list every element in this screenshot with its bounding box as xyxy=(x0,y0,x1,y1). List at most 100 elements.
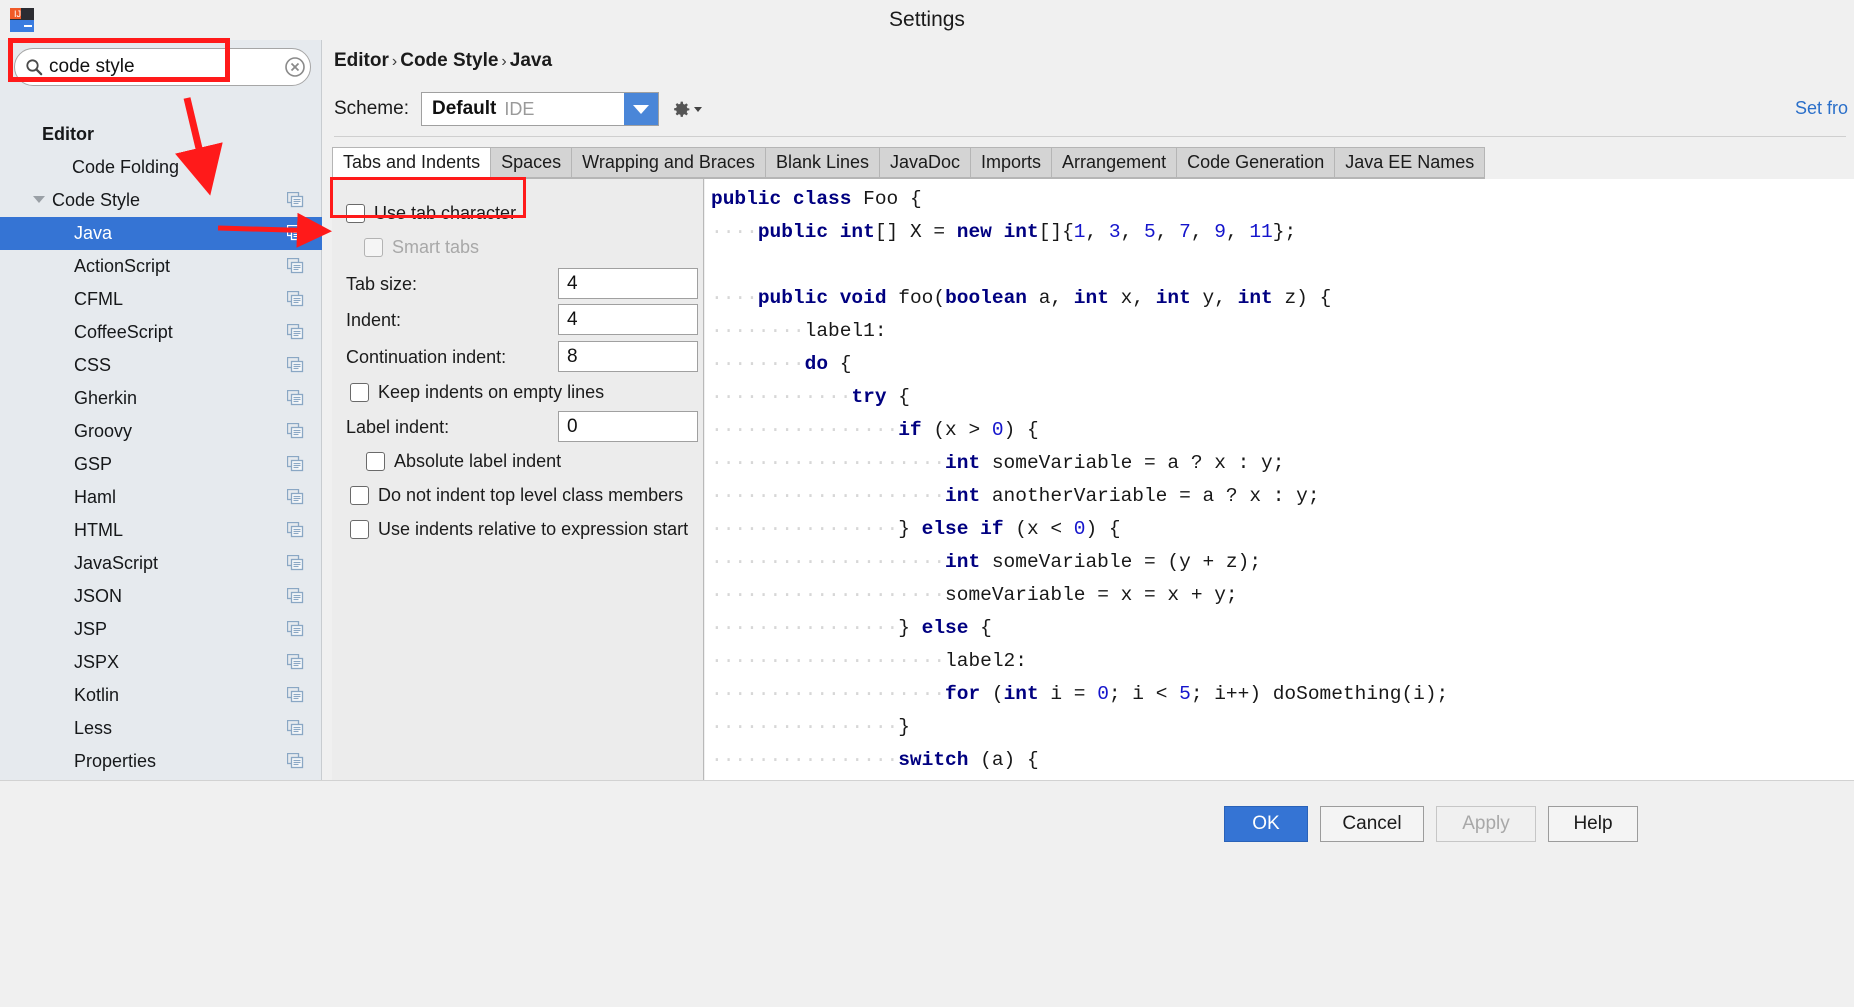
copy-scheme-icon[interactable] xyxy=(286,752,304,769)
cancel-button[interactable]: Cancel xyxy=(1320,806,1424,842)
sidebar-item-css[interactable]: CSS xyxy=(0,349,322,382)
sidebar-item-label: CoffeeScript xyxy=(74,322,173,342)
tab-strip: Tabs and Indents Spaces Wrapping and Brace… xyxy=(332,147,1486,179)
copy-scheme-icon[interactable] xyxy=(286,191,304,208)
copy-scheme-icon[interactable] xyxy=(286,257,304,274)
tab-imports[interactable]: Imports xyxy=(971,147,1053,178)
copy-scheme-icon[interactable] xyxy=(286,620,304,637)
copy-scheme-icon[interactable] xyxy=(286,455,304,472)
no-indent-top-level-row[interactable]: Do not indent top level class members xyxy=(350,485,683,506)
copy-scheme-icon[interactable] xyxy=(286,653,304,670)
sidebar-item-haml[interactable]: Haml xyxy=(0,481,322,514)
copy-scheme-icon[interactable] xyxy=(286,224,304,241)
sidebar-item-editor[interactable]: Editor xyxy=(0,118,322,151)
smart-tabs-checkbox xyxy=(364,238,383,257)
tab-label: Blank Lines xyxy=(775,152,869,172)
tab-code-generation[interactable]: Code Generation xyxy=(1177,147,1336,178)
code-line: ················} else { xyxy=(711,617,992,639)
search-input[interactable] xyxy=(49,56,269,78)
code-line: ····················int someVariable = (… xyxy=(711,551,1262,573)
breadcrumb: Editor › Code Style › Java xyxy=(334,50,552,72)
tab-blank-lines[interactable]: Blank Lines xyxy=(765,147,880,178)
help-button[interactable]: Help xyxy=(1548,806,1638,842)
sidebar-item-code-style[interactable]: Code Style xyxy=(0,184,322,217)
copy-scheme-icon[interactable] xyxy=(286,389,304,406)
copy-scheme-icon[interactable] xyxy=(286,488,304,505)
code-line: ····················for (int i = 0; i < … xyxy=(711,683,1449,705)
set-from-link[interactable]: Set fro xyxy=(1795,98,1848,119)
continuation-indent-input[interactable] xyxy=(558,341,698,372)
copy-scheme-icon[interactable] xyxy=(286,521,304,538)
sidebar-item-label: JavaScript xyxy=(74,553,159,573)
tab-arrangement[interactable]: Arrangement xyxy=(1052,147,1178,178)
copy-scheme-icon[interactable] xyxy=(286,323,304,340)
scheme-combo[interactable]: Default IDE xyxy=(420,92,659,126)
search-container xyxy=(14,48,311,86)
code-preview[interactable]: public class Foo {····public int[] X = n… xyxy=(705,179,1854,780)
intellij-idea-logo-icon: IJ xyxy=(9,7,35,33)
indent-input[interactable] xyxy=(558,304,698,335)
tab-size-input[interactable] xyxy=(558,268,698,299)
keep-indents-row[interactable]: Keep indents on empty lines xyxy=(350,382,604,403)
absolute-label-indent-row[interactable]: Absolute label indent xyxy=(366,451,561,472)
sidebar-item-gsp[interactable]: GSP xyxy=(0,448,322,481)
code-line: ····················label2: xyxy=(711,650,1027,672)
copy-scheme-icon[interactable] xyxy=(286,290,304,307)
copy-scheme-icon[interactable] xyxy=(286,719,304,736)
tab-tabs-and-indents[interactable]: Tabs and Indents xyxy=(332,147,492,178)
copy-scheme-icon[interactable] xyxy=(286,422,304,439)
indents-relative-checkbox[interactable] xyxy=(350,520,369,539)
tab-javadoc[interactable]: JavaDoc xyxy=(880,147,972,178)
sidebar-item-label: Code Folding xyxy=(72,157,180,177)
use-tab-character-row[interactable]: Use tab character xyxy=(346,203,516,224)
apply-button[interactable]: Apply xyxy=(1436,806,1536,842)
sidebar-item-gherkin[interactable]: Gherkin xyxy=(0,382,322,415)
keep-indents-checkbox[interactable] xyxy=(350,383,369,402)
sidebar-item-groovy[interactable]: Groovy xyxy=(0,415,322,448)
tab-label: Spaces xyxy=(501,152,562,172)
copy-scheme-icon[interactable] xyxy=(286,554,304,571)
indents-relative-row[interactable]: Use indents relative to expression start xyxy=(350,519,688,540)
chevron-down-icon[interactable] xyxy=(33,196,45,203)
tab-spaces[interactable]: Spaces xyxy=(491,147,573,178)
breadcrumb-separator: › xyxy=(391,53,398,70)
sidebar-item-code-folding[interactable]: Code Folding xyxy=(0,151,322,184)
sidebar-item-cfml[interactable]: CFML xyxy=(0,283,322,316)
sidebar-item-kotlin[interactable]: Kotlin xyxy=(0,679,322,712)
sidebar-item-jsp[interactable]: JSP xyxy=(0,613,322,646)
copy-scheme-icon[interactable] xyxy=(286,356,304,373)
continuation-indent-label: Continuation indent: xyxy=(346,347,507,367)
window-title: Settings xyxy=(889,8,965,31)
smart-tabs-row: Smart tabs xyxy=(364,237,479,258)
absolute-label-indent-checkbox[interactable] xyxy=(366,452,385,471)
tab-java-ee-names[interactable]: Java EE Names xyxy=(1335,147,1486,178)
dialog-footer: OK Cancel Apply Help xyxy=(0,780,1854,1007)
copy-scheme-icon[interactable] xyxy=(286,686,304,703)
no-indent-top-level-checkbox[interactable] xyxy=(350,486,369,505)
scheme-settings-button[interactable] xyxy=(671,99,702,120)
chevron-down-icon[interactable] xyxy=(623,93,658,125)
copy-scheme-icon[interactable] xyxy=(286,587,304,604)
code-line: ········do { xyxy=(711,353,852,375)
use-tab-character-checkbox[interactable] xyxy=(346,204,365,223)
ok-button[interactable]: OK xyxy=(1224,806,1308,842)
tab-wrapping-and-braces[interactable]: Wrapping and Braces xyxy=(572,147,766,178)
code-line: ················} xyxy=(711,716,910,738)
sidebar-item-javascript[interactable]: JavaScript xyxy=(0,547,322,580)
sidebar-item-label: JSP xyxy=(74,619,108,639)
clear-circle-icon[interactable] xyxy=(284,56,306,78)
gear-icon xyxy=(671,99,692,120)
sidebar-item-jspx[interactable]: JSPX xyxy=(0,646,322,679)
label-indent-input[interactable] xyxy=(558,411,698,442)
sidebar-item-json[interactable]: JSON xyxy=(0,580,322,613)
header-divider xyxy=(334,136,1846,137)
search-box[interactable] xyxy=(14,48,311,86)
sidebar-item-coffeescript[interactable]: CoffeeScript xyxy=(0,316,322,349)
sidebar-item-less[interactable]: Less xyxy=(0,712,322,745)
sidebar-item-java[interactable]: Java xyxy=(0,217,322,250)
sidebar-item-properties[interactable]: Properties xyxy=(0,745,322,778)
sidebar-item-actionscript[interactable]: ActionScript xyxy=(0,250,322,283)
sidebar-item-html[interactable]: HTML xyxy=(0,514,322,547)
sidebar-item-label: CSS xyxy=(74,355,112,375)
